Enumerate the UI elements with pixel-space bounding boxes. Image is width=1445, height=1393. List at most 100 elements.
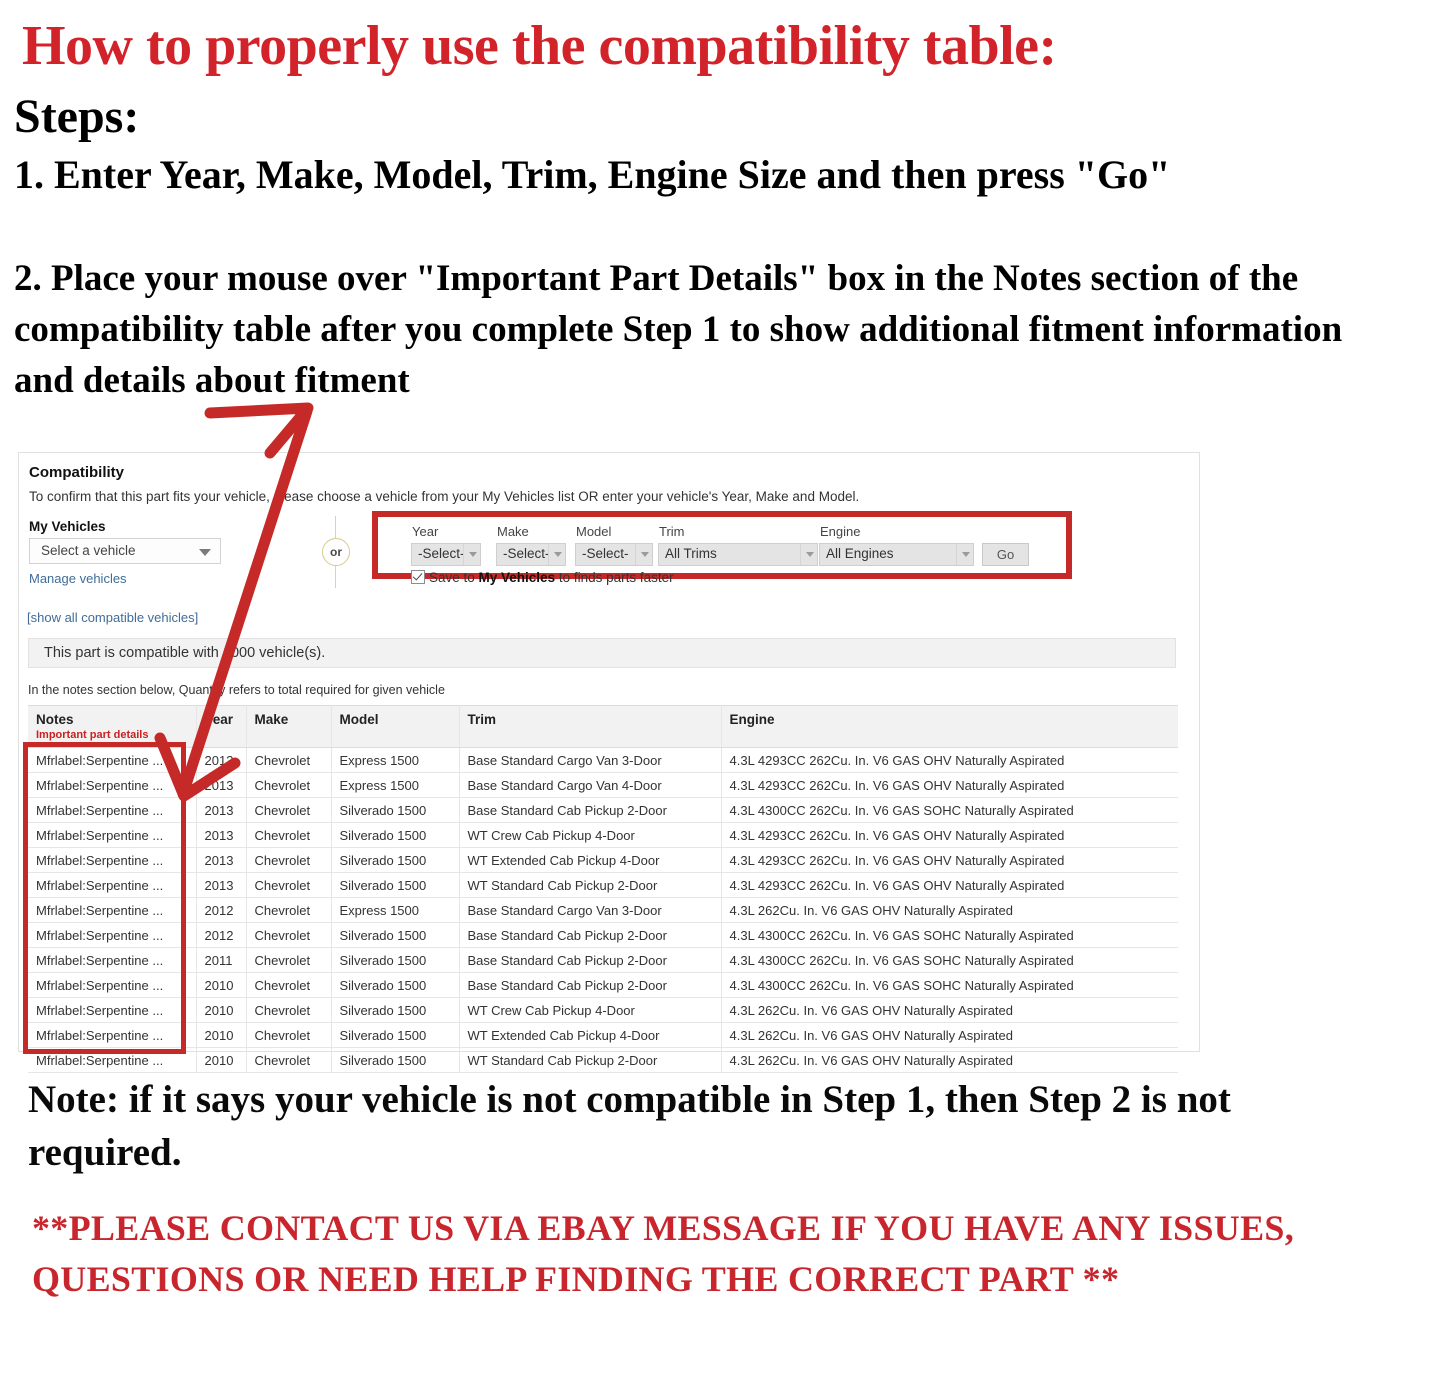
show-all-compatible-vehicles-link[interactable]: [show all compatible vehicles] (27, 610, 198, 625)
table-row: Mfrlabel:Serpentine ... 2010 Chevrolet Silv… (28, 972, 1178, 998)
model-cell: Silverado 1500 (331, 847, 460, 873)
save-suffix-text: to finds parts faster (555, 570, 674, 585)
chevron-down-icon (806, 552, 814, 557)
engine-cell: 4.3L 4300CC 262Cu. In. V6 GAS SOHC Natur… (721, 922, 1178, 948)
column-header-year[interactable]: Year (196, 705, 247, 748)
column-header-model[interactable]: Model (331, 705, 460, 748)
save-to-my-vehicles-checkbox[interactable] (411, 570, 425, 584)
important-part-details-label[interactable]: Important part details (36, 729, 196, 741)
year-cell: 2012 (196, 922, 247, 948)
model-cell: Silverado 1500 (331, 922, 460, 948)
table-row: Mfrlabel:Serpentine ... 2010 Chevrolet Silv… (28, 1047, 1178, 1073)
compatible-count-bar: This part is compatible with 1000 vehicl… (28, 638, 1176, 668)
notes-cell[interactable]: Mfrlabel:Serpentine ... (28, 1047, 197, 1073)
engine-cell: 4.3L 4293CC 262Cu. In. V6 GAS OHV Natura… (721, 847, 1178, 873)
trim-cell: Base Standard Cab Pickup 2-Door (459, 947, 722, 973)
trim-value: All Trims (665, 546, 717, 561)
year-select[interactable]: -Select- (411, 543, 481, 566)
notes-cell[interactable]: Mfrlabel:Serpentine ... (28, 922, 197, 948)
make-cell: Chevrolet (246, 1047, 332, 1073)
make-value: -Select- (503, 546, 550, 561)
quantity-note: In the notes section below, Quantity ref… (28, 683, 445, 697)
table-row: Mfrlabel:Serpentine ... 2013 Chevrolet Silv… (28, 847, 1178, 873)
chevron-down-icon (469, 552, 477, 557)
notes-cell[interactable]: Mfrlabel:Serpentine ... (28, 972, 197, 998)
vehicle-select-dropdown[interactable]: Select a vehicle (29, 538, 221, 564)
save-to-my-vehicles-row[interactable]: Save to My Vehicles to finds parts faste… (411, 570, 674, 585)
year-cell: 2013 (196, 847, 247, 873)
notes-cell[interactable]: Mfrlabel:Serpentine ... (28, 747, 197, 773)
trim-cell: WT Standard Cab Pickup 2-Door (459, 1047, 722, 1073)
table-row: Mfrlabel:Serpentine ... 2013 Chevrolet Expr… (28, 747, 1178, 773)
engine-cell: 4.3L 262Cu. In. V6 GAS OHV Naturally Asp… (721, 897, 1178, 923)
table-row: Mfrlabel:Serpentine ... 2013 Chevrolet Silv… (28, 797, 1178, 823)
table-row: Mfrlabel:Serpentine ... 2013 Chevrolet Silv… (28, 872, 1178, 898)
engine-cell: 4.3L 4300CC 262Cu. In. V6 GAS SOHC Natur… (721, 972, 1178, 998)
trim-select-divider (800, 544, 801, 565)
make-cell: Chevrolet (246, 772, 332, 798)
model-value: -Select- (582, 546, 629, 561)
notes-cell[interactable]: Mfrlabel:Serpentine ... (28, 797, 197, 823)
compatible-count-text: This part is compatible with 1000 vehicl… (44, 645, 326, 661)
trim-select[interactable]: All Trims (658, 543, 818, 566)
notes-cell[interactable]: Mfrlabel:Serpentine ... (28, 997, 197, 1023)
year-cell: 2010 (196, 1022, 247, 1048)
or-divider: or (322, 516, 350, 588)
chevron-down-icon (199, 549, 211, 556)
engine-value: All Engines (826, 546, 894, 561)
make-cell: Chevrolet (246, 947, 332, 973)
make-select-divider (548, 544, 549, 565)
model-cell: Silverado 1500 (331, 997, 460, 1023)
year-cell: 2010 (196, 1047, 247, 1073)
year-select-divider (463, 544, 464, 565)
trim-cell: WT Extended Cab Pickup 4-Door (459, 847, 722, 873)
table-row: Mfrlabel:Serpentine ... 2013 Chevrolet Expr… (28, 772, 1178, 798)
table-row: Mfrlabel:Serpentine ... 2010 Chevrolet Silv… (28, 997, 1178, 1023)
notes-cell[interactable]: Mfrlabel:Serpentine ... (28, 1022, 197, 1048)
trim-cell: Base Standard Cargo Van 3-Door (459, 747, 722, 773)
make-cell: Chevrolet (246, 922, 332, 948)
year-cell: 2012 (196, 897, 247, 923)
column-header-make[interactable]: Make (246, 705, 332, 748)
column-header-trim[interactable]: Trim (459, 705, 722, 748)
year-cell: 2013 (196, 797, 247, 823)
notes-cell[interactable]: Mfrlabel:Serpentine ... (28, 872, 197, 898)
model-cell: Silverado 1500 (331, 972, 460, 998)
model-select-divider (635, 544, 636, 565)
table-row: Mfrlabel:Serpentine ... 2011 Chevrolet Silv… (28, 947, 1178, 973)
trim-cell: Base Standard Cargo Van 3-Door (459, 897, 722, 923)
notes-cell[interactable]: Mfrlabel:Serpentine ... (28, 897, 197, 923)
manage-vehicles-link[interactable]: Manage vehicles (29, 571, 127, 586)
make-label: Make (497, 524, 529, 539)
year-cell: 2011 (196, 947, 247, 973)
column-header-engine[interactable]: Engine (721, 705, 1178, 748)
trim-cell: WT Crew Cab Pickup 4-Door (459, 822, 722, 848)
year-cell: 2013 (196, 772, 247, 798)
model-select[interactable]: -Select- (575, 543, 653, 566)
step-one-text: 1. Enter Year, Make, Model, Trim, Engine… (14, 152, 1171, 197)
notes-cell[interactable]: Mfrlabel:Serpentine ... (28, 822, 197, 848)
notes-cell[interactable]: Mfrlabel:Serpentine ... (28, 772, 197, 798)
trim-cell: Base Standard Cab Pickup 2-Door (459, 972, 722, 998)
notes-cell[interactable]: Mfrlabel:Serpentine ... (28, 847, 197, 873)
make-cell: Chevrolet (246, 1022, 332, 1048)
make-select[interactable]: -Select- (496, 543, 566, 566)
steps-label: Steps: (14, 90, 140, 143)
engine-select-divider (956, 544, 957, 565)
contact-text: **PLEASE CONTACT US VIA EBAY MESSAGE IF … (32, 1208, 1295, 1300)
model-cell: Express 1500 (331, 897, 460, 923)
notes-cell[interactable]: Mfrlabel:Serpentine ... (28, 947, 197, 973)
make-cell: Chevrolet (246, 972, 332, 998)
vehicle-select-value: Select a vehicle (41, 543, 136, 558)
trim-cell: WT Crew Cab Pickup 4-Door (459, 997, 722, 1023)
trim-cell: Base Standard Cargo Van 4-Door (459, 772, 722, 798)
engine-select[interactable]: All Engines (819, 543, 974, 566)
model-cell: Silverado 1500 (331, 1022, 460, 1048)
engine-cell: 4.3L 262Cu. In. V6 GAS OHV Naturally Asp… (721, 1022, 1178, 1048)
column-header-notes[interactable]: Notes Important part details (28, 705, 197, 748)
make-cell: Chevrolet (246, 847, 332, 873)
go-button[interactable]: Go (982, 543, 1029, 566)
model-cell: Silverado 1500 (331, 1047, 460, 1073)
year-cell: 2010 (196, 972, 247, 998)
engine-label: Engine (820, 524, 861, 539)
